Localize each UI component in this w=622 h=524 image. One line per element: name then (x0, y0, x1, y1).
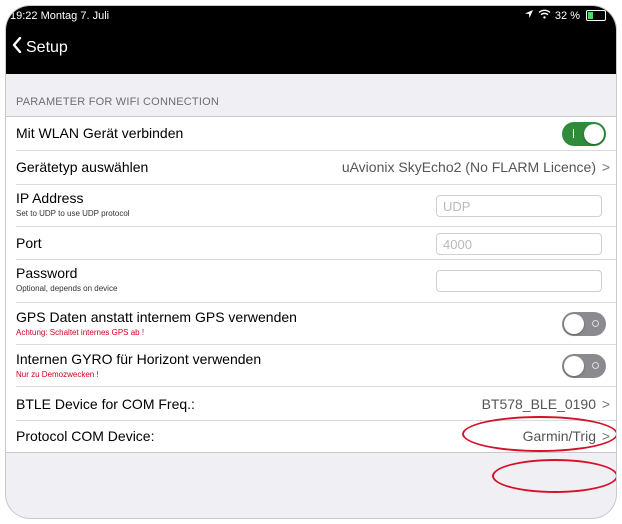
chevron-right-icon: > (601, 159, 610, 175)
toggle-off-mark (592, 320, 599, 327)
battery-percent: 32 % (554, 9, 580, 22)
toggle-on-mark (573, 129, 574, 138)
row-gyro-title: Internen GYRO für Horizont verwenden (16, 351, 262, 367)
wifi-icon (538, 9, 551, 22)
status-date: Montag 7. Juli (40, 10, 110, 22)
gps-toggle[interactable] (562, 312, 606, 336)
ip-address-input[interactable] (436, 195, 602, 217)
row-gps-warning: Achtung: Schaltet internes GPS ab ! (16, 328, 145, 337)
row-gps-title: GPS Daten anstatt internem GPS verwenden (16, 309, 297, 325)
settings-list: Mit WLAN Gerät verbinden Gerätetyp auswä… (6, 116, 616, 453)
row-wlan: Mit WLAN Gerät verbinden (6, 117, 616, 151)
gyro-toggle[interactable] (562, 354, 606, 378)
row-gps: GPS Daten anstatt internem GPS verwenden… (6, 303, 616, 345)
wlan-toggle[interactable] (562, 122, 606, 146)
battery-charging-icon (586, 10, 606, 21)
port-input[interactable] (436, 233, 602, 255)
chevron-right-icon: > (601, 396, 610, 412)
row-gyro-warning: Nur zu Demozwecken ! (16, 370, 99, 379)
chevron-right-icon: > (601, 428, 610, 444)
row-port-title: Port (16, 235, 42, 251)
location-arrow-icon (524, 9, 534, 22)
toggle-knob (564, 356, 584, 376)
status-time-date: 19:22 Montag 7. Juli (10, 10, 109, 22)
row-gyro: Internen GYRO für Horizont verwenden Nur… (6, 345, 616, 387)
toggle-knob (584, 124, 604, 144)
btle-device-value: BT578_BLE_0190 (481, 396, 596, 412)
row-device-type-title: Gerätetyp auswählen (16, 159, 149, 175)
toggle-off-mark (592, 362, 599, 369)
section-header-label: PARAMETER FOR WIFI CONNECTION (16, 96, 219, 108)
row-btle-title: BTLE Device for COM Freq.: (16, 396, 195, 412)
battery-level-fill (588, 12, 593, 19)
row-protocol-title: Protocol COM Device: (16, 428, 155, 444)
ipad-screen: 19:22 Montag 7. Juli 32 % Setup PARAMETE… (6, 6, 616, 518)
row-btle-device[interactable]: BTLE Device for COM Freq.: BT578_BLE_019… (6, 387, 616, 421)
password-input[interactable] (436, 270, 602, 292)
row-device-type[interactable]: Gerätetyp auswählen uAvionix SkyEcho2 (N… (6, 151, 616, 185)
status-time: 19:22 (10, 10, 38, 22)
device-type-value: uAvionix SkyEcho2 (No FLARM Licence) (341, 159, 596, 175)
chevron-left-icon (12, 36, 26, 58)
row-protocol[interactable]: Protocol COM Device: Garmin/Trig > (6, 421, 616, 452)
row-ip-subtitle: Set to UDP to use UDP protocol (16, 209, 130, 218)
row-wlan-title: Mit WLAN Gerät verbinden (16, 125, 184, 141)
back-button-label: Setup (26, 38, 68, 56)
row-password: Password Optional, depends on device (6, 260, 616, 303)
status-indicators: 32 % (524, 9, 606, 22)
navigation-bar: Setup (6, 28, 616, 74)
row-ip-address: IP Address Set to UDP to use UDP protoco… (6, 185, 616, 227)
protocol-value: Garmin/Trig (522, 428, 596, 444)
row-port: Port (6, 227, 616, 260)
row-password-title: Password (16, 265, 78, 281)
annotation-circle-protocol (492, 459, 616, 493)
status-bar: 19:22 Montag 7. Juli 32 % (6, 6, 616, 28)
row-password-subtitle: Optional, depends on device (16, 284, 118, 293)
toggle-knob (564, 314, 584, 334)
back-button[interactable]: Setup (12, 36, 68, 58)
row-ip-title: IP Address (16, 190, 84, 206)
